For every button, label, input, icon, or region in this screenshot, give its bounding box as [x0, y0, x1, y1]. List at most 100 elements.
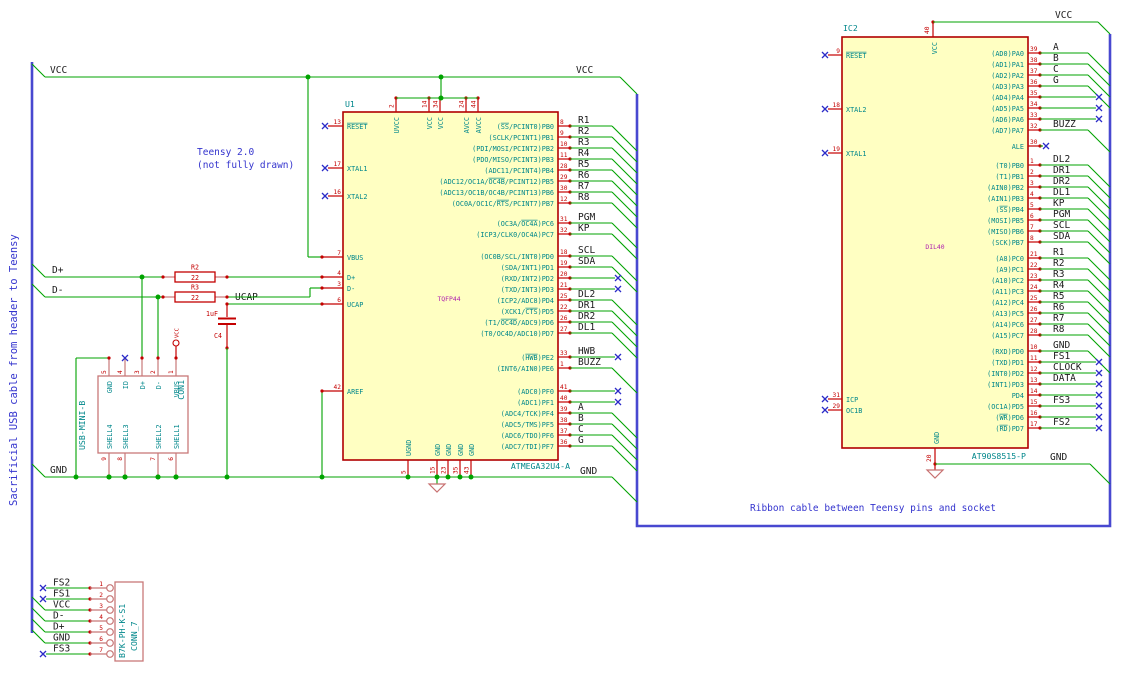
net-label-gnd-u1[interactable]: GND: [580, 466, 597, 477]
net-label-r7[interactable]: R7: [1053, 313, 1064, 324]
net-label-dr2[interactable]: DR2: [1053, 176, 1070, 187]
net-label-kp[interactable]: KP: [578, 223, 590, 234]
net-label-b[interactable]: B: [1053, 53, 1059, 64]
conn7-pin-circle[interactable]: [106, 606, 114, 614]
net-label-pgm[interactable]: PGM: [578, 212, 595, 223]
net-label-a[interactable]: A: [1053, 42, 1059, 53]
net-label-dl2[interactable]: DL2: [1053, 154, 1070, 165]
net-label-c[interactable]: C: [1053, 64, 1059, 75]
pin-end-dot: [320, 255, 324, 259]
conn7-pin-circle[interactable]: [106, 584, 114, 592]
net-label-r4[interactable]: R4: [578, 148, 590, 159]
net-label-pgm[interactable]: PGM: [1053, 209, 1070, 220]
net-label-sda[interactable]: SDA: [578, 256, 595, 267]
net-label-data[interactable]: DATA: [1053, 373, 1076, 384]
net-label-scl[interactable]: SCL: [578, 245, 595, 256]
con1-pin-name: SHELL1: [173, 424, 181, 449]
ic2-pin-name: (AD2)PA2: [991, 72, 1024, 80]
net-label-fs2[interactable]: FS2: [53, 578, 70, 589]
ic2-pin-number: 30: [1030, 139, 1038, 146]
net-label-vcc[interactable]: VCC: [53, 600, 70, 611]
net-label-clock[interactable]: CLOCK: [1053, 362, 1082, 373]
net-label-scl[interactable]: SCL: [1053, 220, 1070, 231]
ic2-pin-name: (AD1)PA1: [991, 61, 1024, 69]
u1-pin-number: 19: [560, 260, 568, 267]
net-label-dl2[interactable]: DL2: [578, 289, 595, 300]
net-label-gnd[interactable]: GND: [1053, 340, 1070, 351]
ic2-pin-number: 27: [1030, 317, 1038, 324]
net-label-c[interactable]: C: [578, 424, 584, 435]
u1-pin-name: (ADC6/TDO)PF6: [501, 432, 554, 440]
net-label-r1[interactable]: R1: [578, 115, 590, 126]
net-label-r7[interactable]: R7: [578, 181, 589, 192]
net-label-r1[interactable]: R1: [1053, 247, 1065, 258]
conn7-pin-circle[interactable]: [106, 617, 114, 625]
conn7-pin-circle[interactable]: [106, 628, 114, 636]
con1-pin-name: SHELL3: [122, 424, 130, 449]
u1-pin-number: 32: [560, 227, 568, 234]
u1-ref[interactable]: U1: [345, 99, 355, 109]
conn7-ref[interactable]: CONN_7: [129, 621, 139, 651]
u1-pin-number: 6: [337, 297, 341, 304]
bus-entry: [611, 180, 638, 207]
bus-entry: [619, 76, 638, 95]
note-teensy-line2: (not fully drawn): [197, 160, 294, 171]
conn7-pin-circle[interactable]: [106, 639, 114, 647]
net-label-dr2[interactable]: DR2: [578, 311, 595, 322]
net-label-hwb[interactable]: HWB: [578, 346, 595, 357]
net-label-r6[interactable]: R6: [578, 170, 590, 181]
conn7-pin-circle[interactable]: [106, 595, 114, 603]
bus-entry: [1087, 208, 1111, 232]
ic2-pin-number: 34: [1030, 101, 1038, 108]
no-connect-x: [39, 595, 47, 603]
net-label-r2[interactable]: R2: [578, 126, 589, 137]
net-label-r3[interactable]: R3: [1053, 269, 1064, 280]
conn7-pin-number: 3: [99, 603, 103, 610]
net-label-fs1[interactable]: FS1: [1053, 351, 1070, 362]
ic2-pin-number: 2: [1030, 169, 1034, 176]
conn7-pin-circle[interactable]: [106, 650, 114, 658]
net-label-gnd-ic2[interactable]: GND: [1050, 452, 1067, 463]
ic2-ref[interactable]: IC2: [843, 23, 858, 33]
net-label-dminus[interactable]: D-: [52, 285, 63, 296]
net-label-vcc-left[interactable]: VCC: [50, 65, 67, 76]
u1-pin-number: 33: [560, 350, 568, 357]
net-label-fs2[interactable]: FS2: [1053, 417, 1070, 428]
net-label-vcc-u1[interactable]: VCC: [576, 65, 593, 76]
net-label-buzz[interactable]: BUZZ: [578, 357, 601, 368]
net-label-g[interactable]: G: [1053, 75, 1059, 86]
ic2-pin-name: (A11)PC3: [991, 288, 1024, 296]
net-label-r8[interactable]: R8: [1053, 324, 1065, 335]
net-label-a[interactable]: A: [578, 402, 584, 413]
net-label-fs1[interactable]: FS1: [53, 589, 70, 600]
bus-entry: [31, 283, 46, 298]
net-label-r8[interactable]: R8: [578, 192, 590, 203]
net-label-dl1[interactable]: DL1: [1053, 187, 1070, 198]
net-label-d-[interactable]: D-: [53, 611, 64, 622]
net-label-dl1[interactable]: DL1: [578, 322, 595, 333]
net-label-fs3[interactable]: FS3: [53, 644, 70, 655]
con1-ref[interactable]: CON1: [176, 380, 186, 400]
net-label-r3[interactable]: R3: [578, 137, 589, 148]
net-label-b[interactable]: B: [578, 413, 584, 424]
net-label-gnd-left[interactable]: GND: [50, 465, 67, 476]
ic2-pin-name: OC1B: [846, 407, 862, 415]
net-label-g[interactable]: G: [578, 435, 584, 446]
net-label-gnd[interactable]: GND: [53, 633, 70, 644]
net-label-dplus[interactable]: D+: [52, 265, 64, 276]
conn7-pin-number: 5: [99, 625, 103, 632]
net-label-r4[interactable]: R4: [1053, 280, 1065, 291]
net-label-r2[interactable]: R2: [1053, 258, 1064, 269]
net-label-d+[interactable]: D+: [53, 622, 65, 633]
net-label-r6[interactable]: R6: [1053, 302, 1065, 313]
net-label-fs3[interactable]: FS3: [1053, 395, 1070, 406]
net-label-buzz[interactable]: BUZZ: [1053, 119, 1076, 130]
net-label-r5[interactable]: R5: [578, 159, 589, 170]
net-label-vcc-ic2[interactable]: VCC: [1055, 10, 1072, 21]
u1-pin-number: 1: [560, 361, 564, 368]
net-label-sda[interactable]: SDA: [1053, 231, 1070, 242]
net-label-dr1[interactable]: DR1: [578, 300, 595, 311]
net-label-r5[interactable]: R5: [1053, 291, 1064, 302]
net-label-kp[interactable]: KP: [1053, 198, 1065, 209]
net-label-dr1[interactable]: DR1: [1053, 165, 1070, 176]
